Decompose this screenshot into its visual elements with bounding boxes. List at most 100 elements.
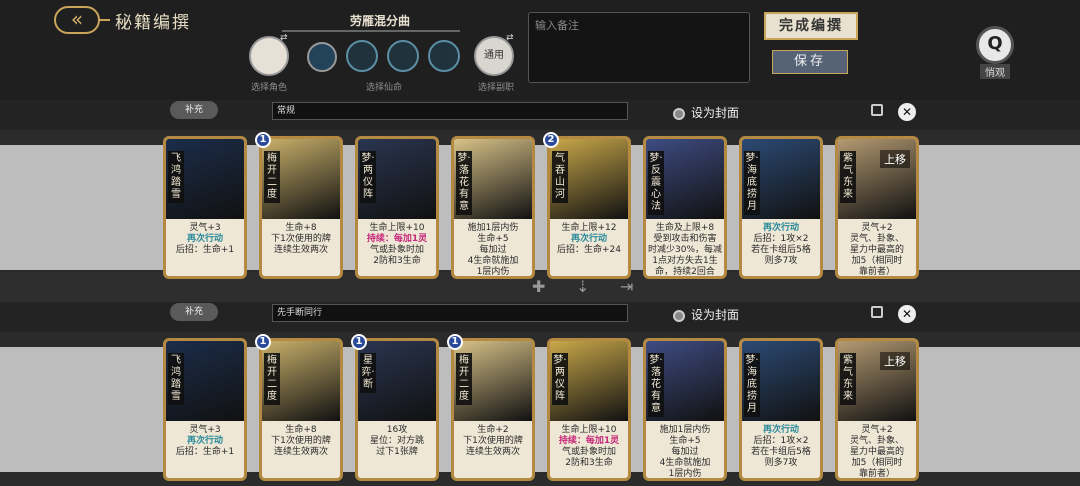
card-line: 灵气+2 [861,425,893,435]
title-divider [98,19,110,21]
row1-name-input[interactable]: 常规 [272,102,628,120]
note-input[interactable]: 输入备注 [528,12,750,83]
card-name: 梦·海底捞月 [744,353,760,417]
radio-icon[interactable] [673,107,685,120]
fate-slot-4[interactable] [428,40,460,72]
card-line: 受到攻击和伤害 [653,234,717,244]
card-level-badge: 1 [351,334,367,350]
card-line: 1层内伤 [668,469,702,479]
card-line: 靠前者） [858,469,895,479]
card-line: 4生命就施加 [659,458,711,468]
card-line: 施加1层内伤 [659,425,711,435]
card-line: 后招：生命+24 [557,245,621,255]
card-line: 生命+2 [477,425,509,435]
arrow-back-icon: « [70,7,84,31]
card-line: 再次行动 [186,234,223,244]
card-name: 梅开二度 [264,151,280,203]
card-line: 生命及上限+8 [655,223,715,233]
card-line: 加5（相同时 [851,256,903,266]
card-description: 灵气+3 再次行动 后招：生命+1 [168,425,242,458]
card-line: 下1次使用的牌 [271,234,331,244]
fate-slot-1[interactable] [307,42,337,72]
card[interactable]: 梅开二度 生命+2 下1次使用的牌 连续生效两次 [451,338,535,481]
card[interactable]: 飞鸿踏雪 灵气+3 再次行动 后招：生命+1 [163,338,247,481]
swap-icon[interactable]: ⇄ [506,33,514,43]
move-up-label[interactable]: 上移 [880,352,910,370]
card[interactable]: 星弈·断 16攻 星位：对方跳 过下1张牌 [355,338,439,481]
card[interactable]: 梦·两仪阵 生命上限+10 持续：每加1灵 气或卦象时加 2防和3生命 [547,338,631,481]
card-description: 再次行动 后招：1攻×2 若在卡组后5格 则多7攻 [744,223,818,267]
copy-icon[interactable] [871,104,883,116]
row1-cover[interactable]: 设为封面 [673,104,739,121]
row2-name-input[interactable]: 先手断同行 [272,304,628,322]
card-line: 生命+5 [477,234,509,244]
card-line: 下1次使用的牌 [463,436,523,446]
card[interactable]: 梦·落花有意施加1层内伤 生命+5 每加过 4生命就施加 1层内伤 [643,338,727,481]
card[interactable]: 梦·落花有意 施加1层内伤 生命+5 每加过 4生命就施加 1层内伤 [451,136,535,279]
card[interactable]: 梦·两仪阵 生命上限+10 持续：每加1灵 气或卦象时加 2防和3生命 [355,136,439,279]
finish-button[interactable]: 完成编撰 [764,12,858,40]
card-line: 再次行动 [762,425,799,435]
card-description: 灵气+3 再次行动 后招：生命+1 [168,223,242,256]
copy-icon[interactable] [871,306,883,318]
card-description: 生命+8 下1次使用的牌 连续生效两次 [264,425,338,458]
card[interactable]: 梅开二度生命+8 下1次使用的牌 连续生效两次 [259,136,343,279]
card-description: 生命上限+12 再次行动 后招：生命+24 [552,223,626,256]
row1-pill[interactable]: 补充 [170,101,218,119]
fate-slot-3[interactable] [387,40,419,72]
save-button[interactable]: 保存 [772,50,848,74]
card-line: 靠前者） [858,267,895,277]
card-line: 连续生效两次 [273,447,328,457]
card-name: 飞鸿踏雪 [168,151,184,203]
split-icon[interactable]: ⇣ [576,277,589,296]
card-line: 命，持续2回合 [655,267,715,277]
card-line: 连续生效两次 [273,245,328,255]
card[interactable]: 梦·反震心法 生命及上限+8 受到攻击和伤害 时减少30%，每减 1点对方失去1生 命，持… [643,136,727,279]
card-description: 生命上限+10 持续：每加1灵 气或卦象时加 2防和3生命 [552,425,626,469]
card-level-badge: 1 [255,132,271,148]
card-line: 每加过 [479,245,507,255]
close-icon[interactable]: ✕ [898,305,916,323]
card-line: 生命+8 [285,223,317,233]
card-line: 灵气+3 [189,425,221,435]
card-line: 生命上限+10 [369,223,425,233]
fate-slot-2[interactable] [346,40,378,72]
card-line: 再次行动 [186,436,223,446]
card[interactable]: 梦·海底捞月再次行动 后招：1攻×2 若在卡组后5格 则多7攻 [739,338,823,481]
row2-cover[interactable]: 设为封面 [673,306,739,323]
row2-pill[interactable]: 补充 [170,303,218,321]
card-line: 生命+8 [285,425,317,435]
add-icon[interactable]: ✚ [532,277,545,296]
exit-icon[interactable]: ⇥ [620,277,633,296]
card-line: 生命上限+12 [561,223,617,233]
card-line: 后招：生命+1 [175,245,235,255]
card-description: 生命上限+10 持续：每加1灵 气或卦象时加 2防和3生命 [360,223,434,267]
card-name: 梦·落花有意 [648,353,664,417]
card-line: 再次行动 [570,234,607,244]
card-line: 灵气+3 [189,223,221,233]
card[interactable]: 气吞山河 生命上限+12 再次行动 后招：生命+24 [547,136,631,279]
card-line: 后招：1攻×2 [753,234,809,244]
move-up-label[interactable]: 上移 [880,150,910,168]
card-line: 4生命就施加 [467,256,519,266]
q-crest-icon[interactable]: Q [976,26,1014,64]
swap-icon[interactable]: ⇄ [280,33,288,43]
card-description: 施加1层内伤 生命+5 每加过 4生命就施加 1层内伤 [648,425,722,479]
card[interactable]: 梦·海底捞月再次行动 后招：1攻×2 若在卡组后5格 则多7攻 [739,136,823,279]
close-icon[interactable]: ✕ [898,103,916,121]
card-line: 气或卦象时加 [369,245,424,255]
card[interactable]: 梅开二度 生命+8 下1次使用的牌 连续生效两次 [259,338,343,481]
card-line: 则多7攻 [764,256,798,266]
back-button[interactable]: « [54,6,100,34]
radio-icon[interactable] [673,309,685,322]
card[interactable]: 飞鸿踏雪灵气+3 再次行动 后招：生命+1 [163,136,247,279]
card-name: 梦·海底捞月 [744,151,760,215]
card-line: 每加过 [671,447,699,457]
card-description: 16攻 星位：对方跳 过下1张牌 [360,425,434,458]
card-description: 再次行动 后招：1攻×2 若在卡组后5格 则多7攻 [744,425,818,469]
deck-name: 劳雁混分曲 [350,14,411,28]
card-line: 灵气+2 [861,223,893,233]
card-line: 加5（相同时 [851,458,903,468]
card-line: 星力中最高的 [849,245,904,255]
card-line: 灵气、卦象、 [849,436,904,446]
